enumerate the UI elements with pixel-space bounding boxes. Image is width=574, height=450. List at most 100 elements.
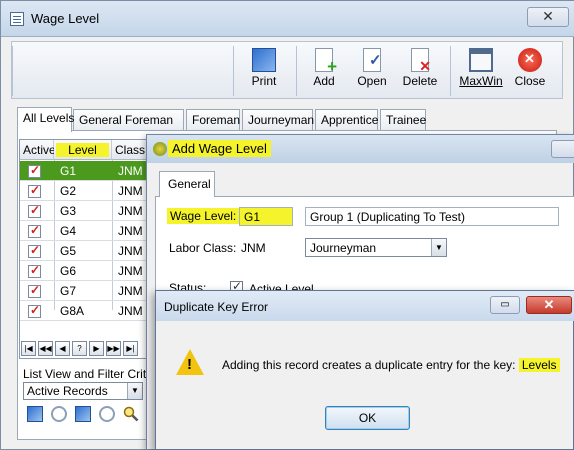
toolbar-separator <box>450 46 451 96</box>
tab-trainee[interactable]: Trainee <box>380 109 426 131</box>
wage-level-input[interactable]: G1 <box>239 207 293 226</box>
close-label: Close <box>514 74 546 88</box>
active-checkbox[interactable] <box>28 183 41 198</box>
level-cell: G7 <box>60 284 77 298</box>
filter-label: List View and Filter Criteria <box>23 367 167 381</box>
open-button[interactable]: Open <box>353 44 391 98</box>
search-icon[interactable] <box>123 406 139 422</box>
level-cell: G5 <box>60 244 77 258</box>
first-record-button[interactable]: |◀ <box>21 341 36 356</box>
warning-icon <box>176 349 204 375</box>
description-input[interactable]: Group 1 (Duplicating To Test) <box>305 207 559 226</box>
maxwin-button[interactable]: MaxWin <box>456 44 506 98</box>
table-row[interactable]: G3 JNM <box>20 201 158 221</box>
table-row[interactable]: G2 JNM <box>20 181 158 201</box>
error-key: Levels <box>518 358 560 372</box>
table-row[interactable]: G6 JNM <box>20 261 158 281</box>
error-dialog-title: Duplicate Key Error <box>164 300 269 314</box>
open-label: Open <box>357 74 387 88</box>
last-record-button[interactable]: ▶| <box>123 341 138 356</box>
class-cell: JNM <box>118 204 143 218</box>
main-titlebar: Wage Level ✕ <box>1 1 574 37</box>
table-row[interactable]: G4 JNM <box>20 221 158 241</box>
active-checkbox[interactable] <box>28 203 41 218</box>
wage-app-icon <box>153 142 167 156</box>
error-message-text: Adding this record creates a duplicate e… <box>222 358 516 372</box>
add-icon <box>315 48 337 77</box>
delete-label: Delete <box>402 74 438 88</box>
level-cell: G3 <box>60 204 77 218</box>
refresh-icon[interactable] <box>51 406 67 422</box>
levels-grid[interactable]: Active Level Class G1 JNM G2 JNM G3 JNM … <box>19 139 159 359</box>
labor-class-code: JNM <box>241 241 266 255</box>
active-checkbox[interactable] <box>28 163 41 178</box>
class-cell: JNM <box>118 264 143 278</box>
toolbar-separator <box>233 46 234 96</box>
toolbar: Print Add Open Delete MaxWin Close <box>11 41 563 99</box>
table-row[interactable]: G5 JNM <box>20 241 158 261</box>
table-row[interactable]: G1 JNM <box>20 161 158 181</box>
add-button[interactable]: Add <box>306 44 342 98</box>
tab-all-levels[interactable]: All Levels <box>17 107 74 132</box>
error-dialog-close-button[interactable]: ✕ <box>526 296 572 314</box>
labor-class-select-value: Journeyman <box>310 241 377 255</box>
toolbar-separator <box>12 46 13 96</box>
next-page-button[interactable]: ▶▶ <box>106 341 121 356</box>
prev-page-button[interactable]: ◀◀ <box>38 341 53 356</box>
tab-journeyman[interactable]: Journeyman <box>242 109 314 131</box>
chevron-down-icon: ▼ <box>431 239 446 256</box>
filter-select[interactable]: Active Records ▼ <box>23 382 143 400</box>
active-checkbox[interactable] <box>28 303 41 318</box>
window-title: Wage Level <box>31 11 100 26</box>
tab-general[interactable]: General <box>159 171 215 197</box>
print-label: Print <box>251 74 277 88</box>
tab-apprentice[interactable]: Apprentice <box>315 109 378 131</box>
level-cell: G4 <box>60 224 77 238</box>
level-cell: G2 <box>60 184 77 198</box>
column-header-active[interactable]: Active <box>20 140 56 160</box>
tab-foreman[interactable]: Foreman <box>186 109 240 131</box>
open-icon <box>363 48 382 72</box>
tab-general-foreman[interactable]: General Foreman <box>73 109 184 131</box>
active-checkbox[interactable] <box>28 283 41 298</box>
error-dialog-titlebar: Duplicate Key Error ▭ ✕ <box>156 291 574 321</box>
close-button[interactable]: Close <box>510 44 550 98</box>
maxwin-icon <box>469 48 493 72</box>
wage-level-label: Wage Level: <box>167 208 240 224</box>
maxwin-label: MaxWin <box>459 74 503 88</box>
delete-icon <box>411 48 431 75</box>
print-button[interactable]: Print <box>244 44 284 98</box>
refresh-alt-icon[interactable] <box>99 406 115 422</box>
class-cell: JNM <box>118 184 143 198</box>
level-cell: G6 <box>60 264 77 278</box>
filter-select-value: Active Records <box>27 384 108 398</box>
active-checkbox[interactable] <box>28 243 41 258</box>
chevron-down-icon: ▼ <box>127 383 142 399</box>
labor-class-label: Labor Class: <box>169 241 237 255</box>
duplicate-key-error-dialog: Duplicate Key Error ▭ ✕ Adding this reco… <box>155 290 574 450</box>
column-header-level-label: Level <box>56 143 109 157</box>
next-record-button[interactable]: ▶ <box>89 341 104 356</box>
prev-record-button[interactable]: ◀ <box>55 341 70 356</box>
help-button[interactable]: ? <box>72 341 87 356</box>
wage-dialog-titlebar: Add Wage Level <box>147 135 574 163</box>
restore-button[interactable]: ▭ <box>490 296 520 314</box>
class-cell: JNM <box>118 304 143 318</box>
table-row[interactable]: G7 JNM <box>20 281 158 301</box>
view-list-icon[interactable] <box>75 406 91 422</box>
wage-dialog-close-button[interactable] <box>551 140 574 158</box>
class-cell: JNM <box>118 164 143 178</box>
labor-class-select[interactable]: Journeyman ▼ <box>305 238 447 257</box>
level-cell: G1 <box>60 164 77 178</box>
view-grid-icon[interactable] <box>27 406 43 422</box>
class-cell: JNM <box>118 244 143 258</box>
column-header-level[interactable]: Level <box>54 140 112 160</box>
active-checkbox[interactable] <box>28 223 41 238</box>
level-cell: G8A <box>60 304 85 318</box>
ok-button[interactable]: OK <box>325 406 410 430</box>
delete-button[interactable]: Delete <box>398 44 442 98</box>
window-close-button[interactable]: ✕ <box>527 7 569 27</box>
error-message: Adding this record creates a duplicate e… <box>222 358 560 372</box>
active-checkbox[interactable] <box>28 263 41 278</box>
table-row[interactable]: G8A JNM <box>20 301 158 321</box>
